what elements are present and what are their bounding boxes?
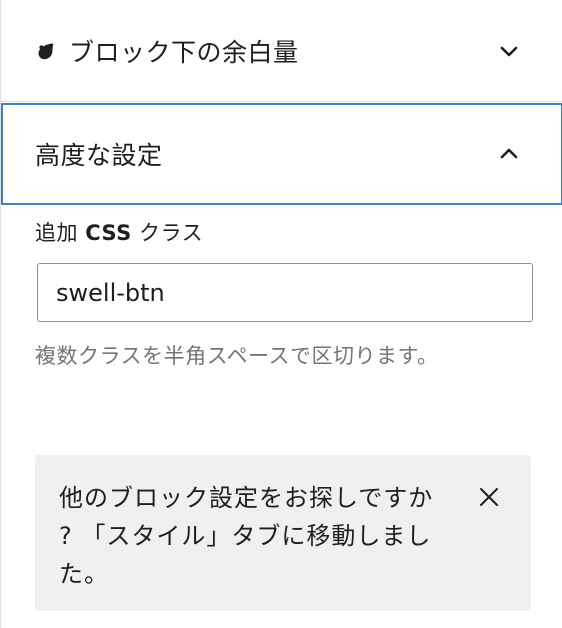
css-class-help-text: 複数クラスを半角スペースで区切ります。 [35,344,439,368]
section-title-advanced: 高度な設定 [35,141,163,170]
notice-message: 他のブロック設定をお探しですか ? 「スタイル」タブに移動しました。 [59,484,434,588]
additional-css-class-label: 追加 CSS クラス [35,217,203,247]
close-icon[interactable] [477,485,501,509]
chevron-down-icon [500,46,518,56]
block-settings-panel: ブロック下の余白量 高度な設定 追加 CSS クラス 複数クラスを半角スペースで… [0,0,562,628]
section-toggle-block-spacing[interactable]: ブロック下の余白量 [1,0,562,102]
css-label-bold: CSS [85,221,132,245]
section-title-block-spacing: ブロック下の余白量 [69,37,299,67]
droplet-icon [38,43,54,59]
css-label-prefix: 追加 [35,221,78,245]
css-label-suffix: クラス [138,221,204,245]
block-settings-moved-notice: 他のブロック設定をお探しですか ? 「スタイル」タブに移動しました。 [35,455,531,611]
chevron-up-icon [500,148,518,159]
additional-css-class-input[interactable] [37,263,533,322]
section-toggle-advanced[interactable]: 高度な設定 [1,103,562,205]
